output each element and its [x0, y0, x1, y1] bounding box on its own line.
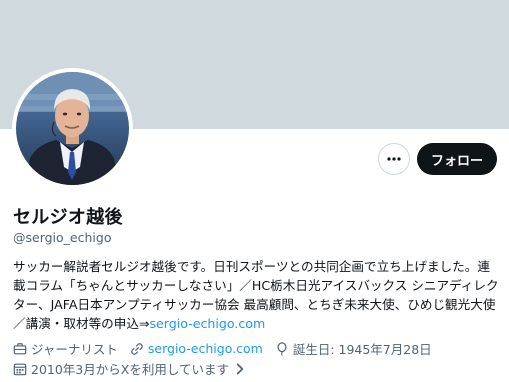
profile-meta-row: ジャーナリスト sergio-echigo.com 誕生日: 1945年7月28… — [13, 339, 444, 358]
calendar-icon — [13, 363, 27, 375]
profile-bio: サッカー解説者セルジオ越後です。日刊スポーツとの共同企画で立ち上げました。連載コ… — [13, 257, 501, 333]
profile-handle: @sergio_echigo — [13, 230, 112, 245]
profession-item: ジャーナリスト — [13, 339, 118, 358]
joined-label: 2010年3月からXを利用しています — [31, 362, 229, 377]
balloon-icon — [277, 341, 287, 356]
website-item[interactable]: sergio-echigo.com — [130, 341, 263, 356]
joined-row[interactable]: 2010年3月からXを利用しています — [13, 359, 263, 378]
profession-label: ジャーナリスト — [31, 342, 118, 357]
avatar-photo — [16, 72, 129, 185]
bio-link[interactable]: sergio-echigo.com — [150, 316, 266, 331]
more-options-button[interactable] — [378, 143, 410, 175]
chevron-right-icon — [233, 362, 251, 376]
more-dots-icon — [387, 157, 401, 161]
link-icon — [131, 342, 143, 355]
joined-item[interactable]: 2010年3月からXを利用しています — [13, 359, 251, 378]
website-link[interactable]: sergio-echigo.com — [148, 341, 263, 356]
follow-button[interactable]: フォロー — [417, 143, 497, 175]
avatar-portrait-icon — [16, 72, 129, 185]
birthday-label: 誕生日: 1945年7月28日 — [292, 342, 432, 357]
profile-display-name: セルジオ越後 — [13, 207, 123, 228]
avatar[interactable] — [12, 68, 133, 189]
briefcase-icon — [13, 342, 27, 354]
birthday-item: 誕生日: 1945年7月28日 — [275, 339, 432, 358]
